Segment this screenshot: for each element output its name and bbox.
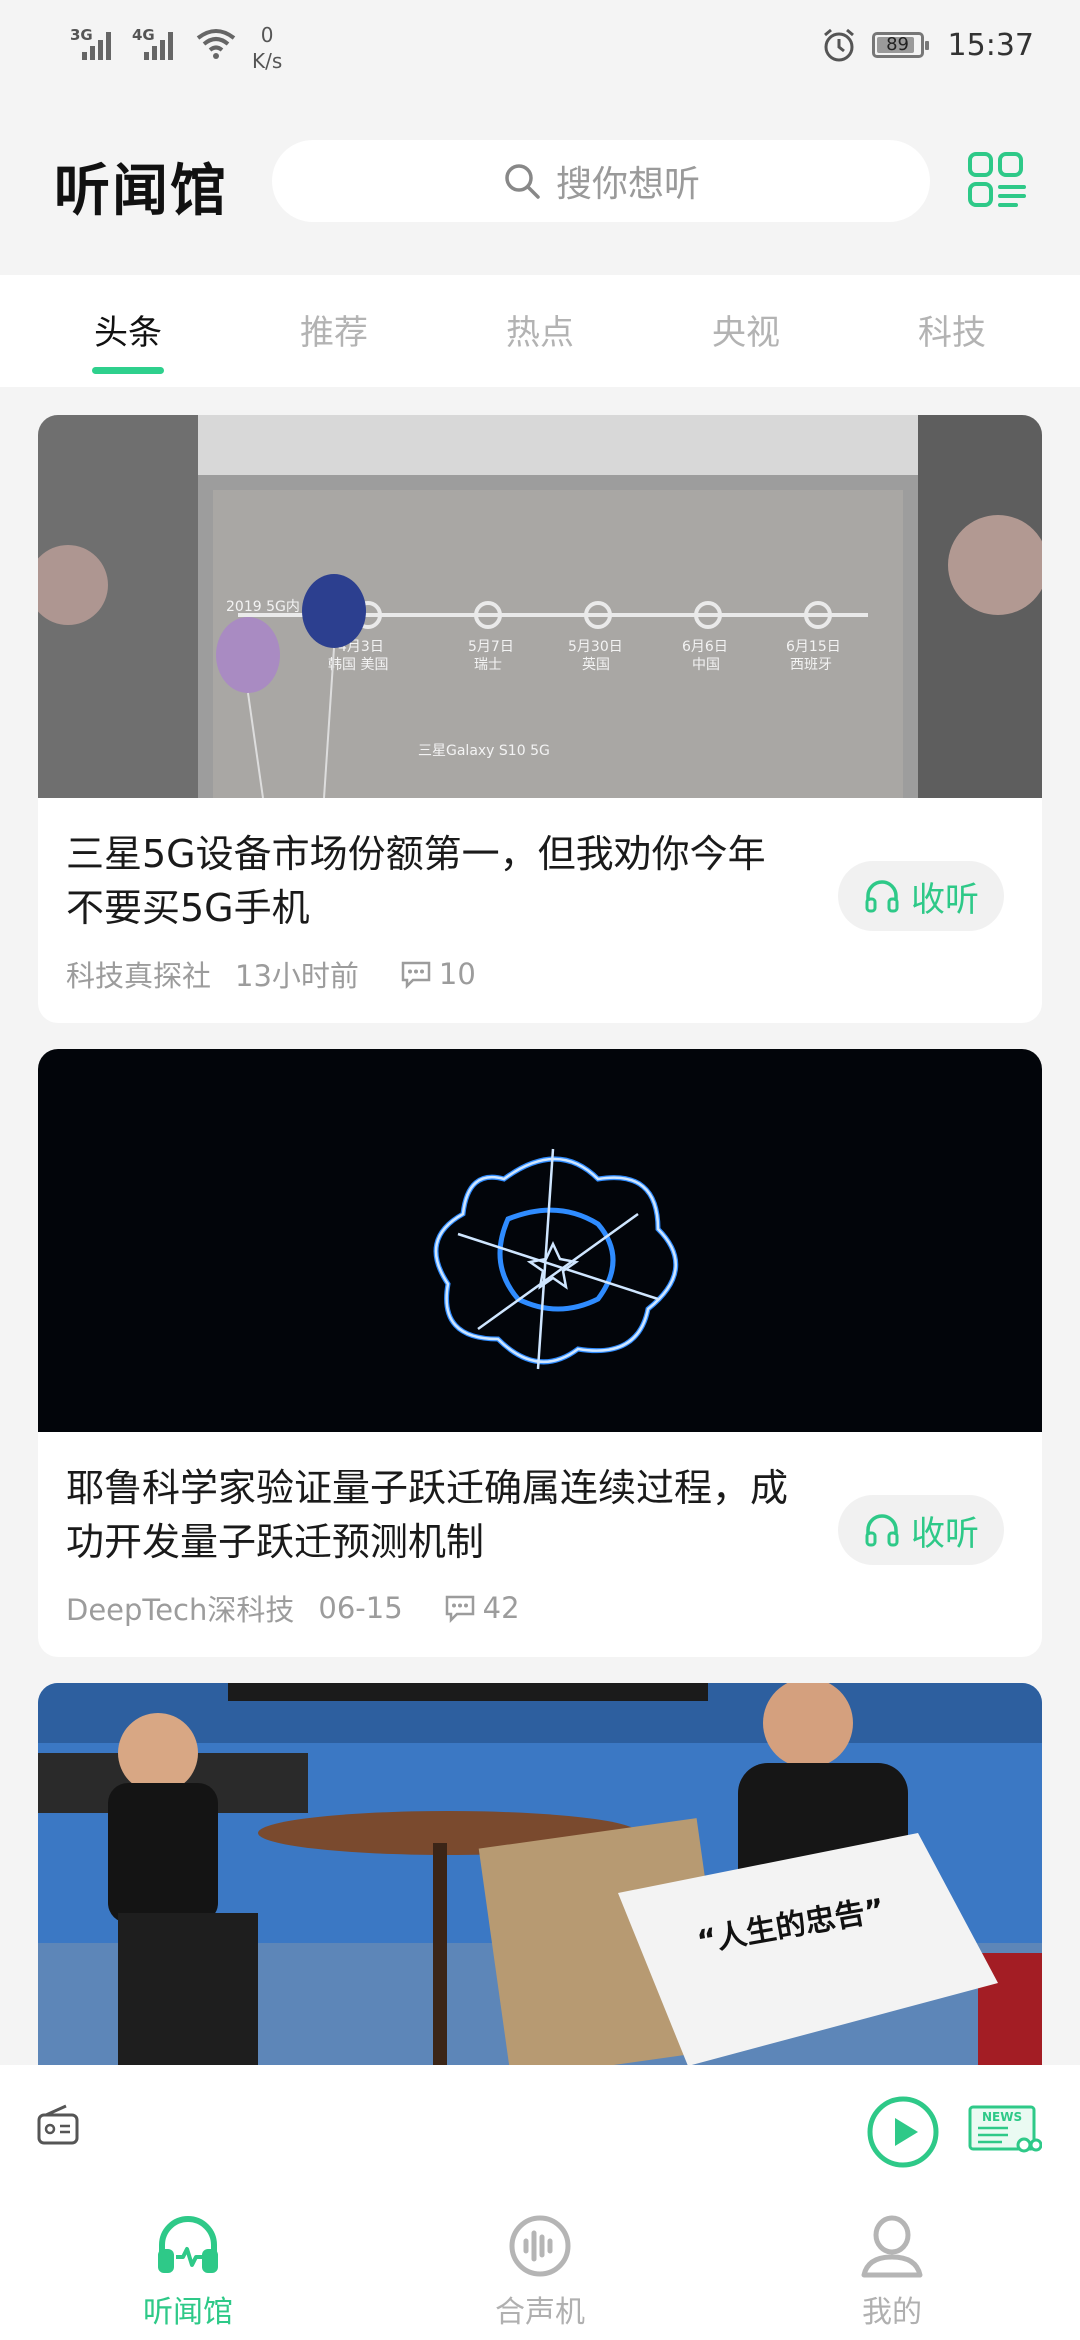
battery-icon: 89 bbox=[871, 32, 929, 58]
network-speed: 0 K/s bbox=[252, 23, 283, 73]
nav-item-tingwenguan[interactable]: 听闻馆 bbox=[88, 2213, 288, 2331]
app-title: 听闻馆 bbox=[54, 159, 228, 224]
signal-3g-icon: 3G bbox=[70, 22, 124, 64]
tab-cctv[interactable]: 央视 bbox=[676, 305, 816, 354]
nav-item-hesheng[interactable]: 合声机 bbox=[440, 2213, 640, 2331]
headphones-icon bbox=[158, 2216, 218, 2273]
article-time: 06-15 bbox=[318, 1591, 403, 1625]
mini-player: NEWS bbox=[0, 2065, 1080, 2194]
slide-text: 三星Galaxy S10 5G bbox=[418, 743, 550, 759]
article-thumbnail[interactable] bbox=[38, 1049, 1042, 1432]
article-meta: 科技真探社 13小时前 10 bbox=[66, 953, 476, 995]
slide-text: 英国 bbox=[582, 656, 610, 673]
listen-label: 收听 bbox=[911, 879, 979, 920]
profile-icon bbox=[861, 2215, 923, 2278]
article-time: 13小时前 bbox=[235, 959, 359, 993]
signal-4g-icon: 4G bbox=[132, 22, 186, 64]
slide-text: 6月15日 bbox=[786, 639, 841, 655]
slide-text: 中国 bbox=[692, 657, 720, 673]
alarm-icon bbox=[823, 28, 854, 62]
article-meta: DeepTech深科技 06-15 42 bbox=[66, 1587, 520, 1629]
slide-text: 5月7日 bbox=[468, 639, 514, 655]
news-icon[interactable]: NEWS bbox=[968, 2105, 1042, 2155]
article-source: DeepTech深科技 bbox=[66, 1593, 295, 1627]
article-source: 科技真探社 bbox=[66, 959, 212, 993]
slide-text: 5月30日 bbox=[568, 639, 623, 655]
nav-label: 合声机 bbox=[495, 2295, 585, 2330]
status-time: 15:37 bbox=[947, 27, 1034, 63]
radio-icon[interactable] bbox=[36, 2103, 80, 2147]
category-menu-icon[interactable] bbox=[966, 150, 1028, 212]
comment-count-value: 42 bbox=[482, 1591, 520, 1625]
svg-text:NEWS: NEWS bbox=[982, 2110, 1022, 2124]
tab-tech[interactable]: 科技 bbox=[882, 305, 1022, 354]
status-bar: 3G 4G 0 K/s 89 15:37 bbox=[0, 0, 1080, 92]
comment-count[interactable]: 42 bbox=[443, 1591, 520, 1625]
category-tabs: 头条 推荐 热点 央视 科技 bbox=[0, 275, 1080, 387]
play-circle-icon[interactable] bbox=[866, 2095, 940, 2169]
listen-label: 收听 bbox=[911, 1513, 979, 1554]
article-title[interactable]: 三星5G设备市场份额第一，但我劝你今年不要买5G手机 bbox=[66, 827, 796, 935]
search-bar[interactable]: 搜你想听 bbox=[272, 140, 930, 222]
slide-text: 2019 5G内 bbox=[226, 599, 300, 615]
search-icon bbox=[505, 164, 540, 199]
tab-recommended[interactable]: 推荐 bbox=[264, 305, 404, 354]
bottom-navigation: 听闻馆 合声机 我的 bbox=[0, 2193, 1080, 2340]
headphones-icon bbox=[865, 880, 899, 913]
battery-level: 89 bbox=[886, 34, 909, 55]
slide-text: 韩国 美国 bbox=[328, 657, 388, 673]
article-card[interactable]: “人生的忠告” bbox=[38, 1683, 1042, 2065]
slide-text: 瑞士 bbox=[474, 657, 502, 673]
wifi-icon bbox=[196, 29, 236, 59]
headphones-icon bbox=[865, 1514, 899, 1547]
active-tab-indicator bbox=[92, 367, 164, 374]
article-thumbnail[interactable]: “人生的忠告” bbox=[38, 1683, 1042, 2065]
slide-text: 西班牙 bbox=[790, 657, 832, 673]
listen-button[interactable]: 收听 bbox=[838, 1495, 1004, 1565]
nav-item-mine[interactable]: 我的 bbox=[792, 2213, 992, 2331]
nav-label: 我的 bbox=[862, 2295, 922, 2330]
tab-headlines[interactable]: 头条 bbox=[58, 305, 198, 354]
slide-text: 6月6日 bbox=[682, 639, 728, 655]
article-card[interactable]: 2019 5G内 4月3日 韩国 美国 5月7日 瑞士 5月30日 英国 6月6… bbox=[38, 415, 1042, 1023]
nav-label: 听闻馆 bbox=[143, 2295, 233, 2330]
listen-button[interactable]: 收听 bbox=[838, 861, 1004, 931]
comment-icon bbox=[445, 1595, 474, 1623]
tab-trending[interactable]: 热点 bbox=[470, 305, 610, 354]
article-title[interactable]: 耶鲁科学家验证量子跃迁确属连续过程，成功开发量子跃迁预测机制 bbox=[66, 1461, 796, 1569]
comment-count-value: 10 bbox=[438, 957, 476, 991]
article-thumbnail[interactable]: 2019 5G内 4月3日 韩国 美国 5月7日 瑞士 5月30日 英国 6月6… bbox=[38, 415, 1042, 798]
comment-count[interactable]: 10 bbox=[399, 957, 476, 991]
comment-icon bbox=[401, 961, 431, 989]
article-card[interactable]: 耶鲁科学家验证量子跃迁确属连续过程，成功开发量子跃迁预测机制 收听 DeepTe… bbox=[38, 1049, 1042, 1657]
voice-icon bbox=[509, 2215, 571, 2277]
search-placeholder: 搜你想听 bbox=[555, 164, 700, 205]
